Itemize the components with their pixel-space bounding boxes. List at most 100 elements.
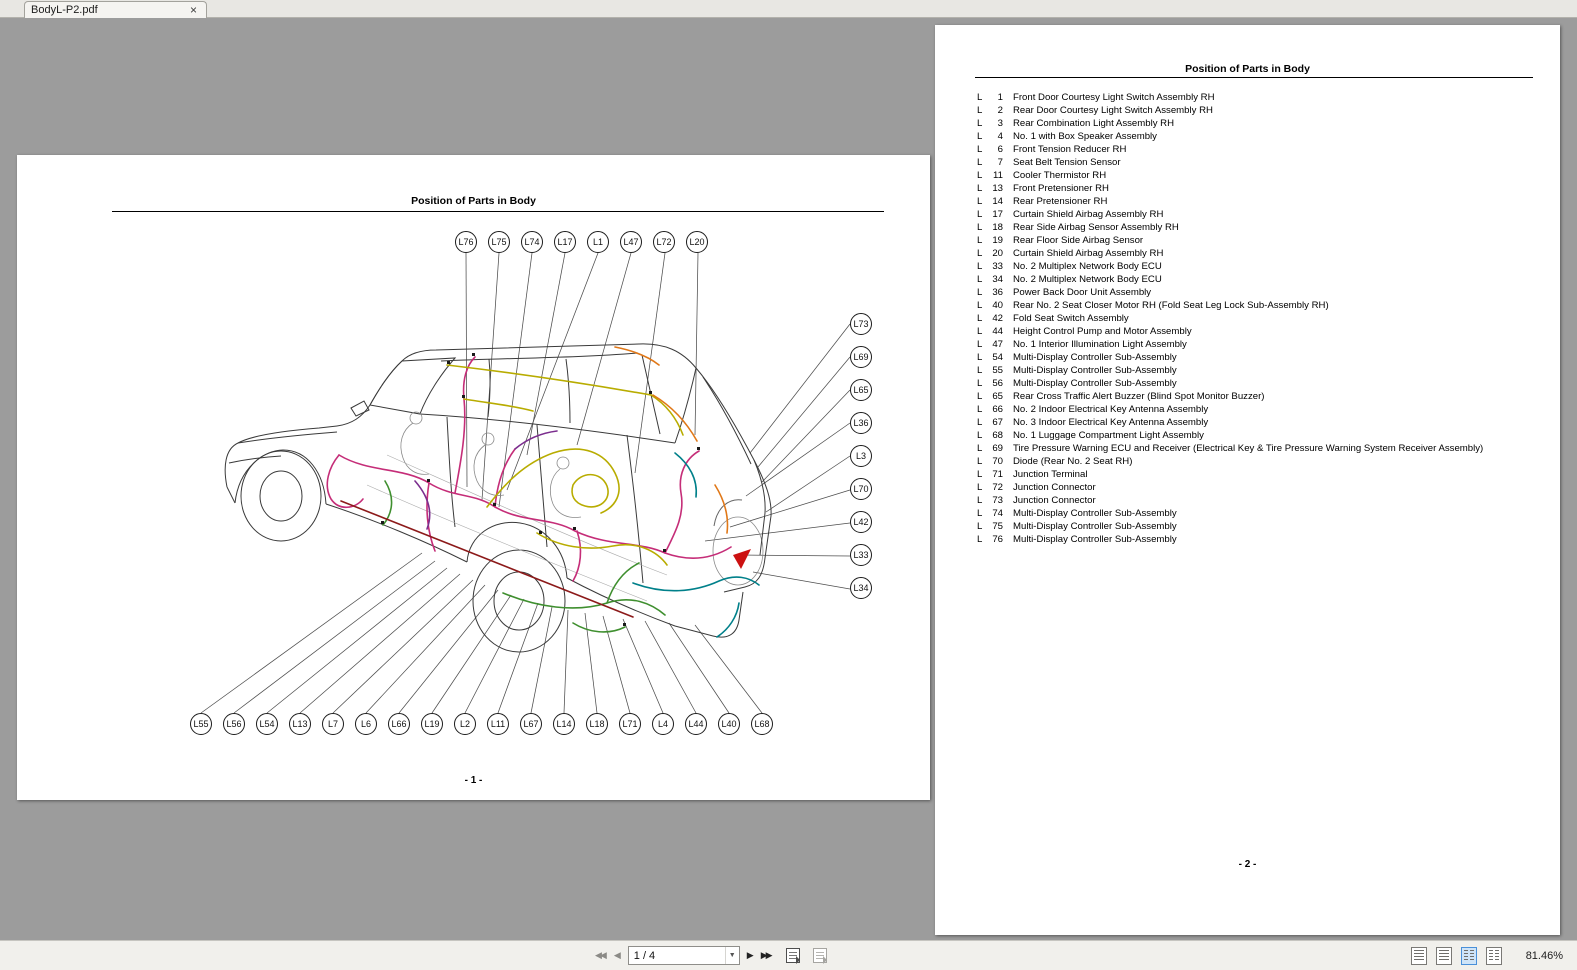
- part-row: L 17 Curtain Shield Airbag Assembly RH: [977, 208, 1550, 221]
- part-description: Junction Connector: [1013, 495, 1096, 506]
- callout-label: L69: [850, 346, 872, 368]
- part-number: 36: [992, 287, 1003, 298]
- part-number: 75: [992, 521, 1003, 532]
- part-description: Rear Pretensioner RH: [1013, 196, 1108, 207]
- first-page-button[interactable]: ◀◀: [595, 950, 607, 961]
- part-prefix: L: [977, 92, 983, 103]
- harness-yellow: [446, 364, 684, 566]
- page-number-box: ▼: [627, 946, 740, 965]
- part-number: 42: [992, 313, 1003, 324]
- part-number: 66: [992, 404, 1003, 415]
- part-prefix: L: [977, 209, 983, 220]
- part-description: No. 2 Multiplex Network Body ECU: [1013, 274, 1162, 285]
- part-row: L 18 Rear Side Airbag Sensor Assembly RH: [977, 221, 1550, 234]
- part-prefix: L: [977, 456, 983, 467]
- part-number: 71: [992, 469, 1003, 480]
- vehicle-outline: [224, 343, 772, 653]
- part-row: L 42 Fold Seat Switch Assembly: [977, 312, 1550, 325]
- part-description: No. 2 Multiplex Network Body ECU: [1013, 261, 1162, 272]
- part-prefix: L: [977, 482, 983, 493]
- document-canvas[interactable]: Position of Parts in Body L76 L75 L74 L1…: [0, 18, 1577, 940]
- part-number: 20: [992, 248, 1003, 259]
- page-stack-dim-icon[interactable]: [812, 948, 827, 964]
- callout-label: L74: [521, 231, 543, 253]
- part-row: L 7 Seat Belt Tension Sensor: [977, 156, 1550, 169]
- view-mode-group: 81.46%: [1411, 941, 1563, 970]
- part-number: 19: [992, 235, 1003, 246]
- part-row: L 44 Height Control Pump and Motor Assem…: [977, 325, 1550, 338]
- part-number: 3: [997, 118, 1003, 129]
- part-prefix: L: [977, 469, 983, 480]
- part-description: Multi-Display Controller Sub-Assembly: [1013, 352, 1177, 363]
- harness-darkred: [340, 500, 634, 618]
- part-description: Junction Terminal: [1013, 469, 1088, 480]
- part-row: L 20 Curtain Shield Airbag Assembly RH: [977, 247, 1550, 260]
- part-number: 33: [992, 261, 1003, 272]
- callout-label: L19: [421, 713, 443, 735]
- callout-label: L72: [653, 231, 675, 253]
- part-description: Rear No. 2 Seat Closer Motor RH (Fold Se…: [1013, 300, 1329, 311]
- callout-label: L7: [322, 713, 344, 735]
- part-row: L 4 No. 1 with Box Speaker Assembly: [977, 130, 1550, 143]
- last-page-button[interactable]: ▶▶: [761, 950, 773, 961]
- part-row: L 66 No. 2 Indoor Electrical Key Antenna…: [977, 403, 1550, 416]
- page1-number: - 1 -: [464, 775, 483, 786]
- part-description: Multi-Display Controller Sub-Assembly: [1013, 508, 1177, 519]
- callout-label: L36: [850, 412, 872, 434]
- part-description: Front Tension Reducer RH: [1013, 144, 1127, 155]
- tab-close-icon[interactable]: ×: [187, 4, 200, 16]
- facing-pages-view-icon[interactable]: [1461, 946, 1477, 965]
- callout-label: L42: [850, 511, 872, 533]
- callout-label: L76: [455, 231, 477, 253]
- part-row: L 36 Power Back Door Unit Assembly: [977, 286, 1550, 299]
- callout-label: L67: [520, 713, 542, 735]
- interior-lines: [366, 411, 668, 602]
- callouts-top-row: L76 L75 L74 L17 L1 L47 L72 L20: [455, 231, 708, 253]
- callout-label: L3: [850, 445, 872, 467]
- part-number: 14: [992, 196, 1003, 207]
- part-prefix: L: [977, 430, 983, 441]
- pdf-page-2: Position of Parts in Body L 1 Front Door…: [935, 25, 1560, 935]
- callout-label: L66: [388, 713, 410, 735]
- callout-label: L54: [256, 713, 278, 735]
- part-row: L 72 Junction Connector: [977, 481, 1550, 494]
- page-number-input[interactable]: [628, 949, 725, 962]
- next-page-button[interactable]: ▶: [747, 950, 754, 961]
- continuous-view-icon[interactable]: [1436, 946, 1452, 965]
- single-page-view-icon[interactable]: [1411, 946, 1427, 965]
- part-number: 68: [992, 430, 1003, 441]
- part-description: Rear Floor Side Airbag Sensor: [1013, 235, 1144, 246]
- part-description: No. 1 with Box Speaker Assembly: [1013, 131, 1157, 142]
- part-description: Front Door Courtesy Light Switch Assembl…: [1013, 92, 1215, 103]
- pdf-page-1: Position of Parts in Body L76 L75 L74 L1…: [17, 155, 930, 800]
- callout-label: L6: [355, 713, 377, 735]
- callout-label: L75: [488, 231, 510, 253]
- page-stack-icon[interactable]: [785, 948, 800, 964]
- callout-label: L55: [190, 713, 212, 735]
- document-tab[interactable]: BodyL-P2.pdf ×: [24, 1, 207, 18]
- part-description: Multi-Display Controller Sub-Assembly: [1013, 521, 1177, 532]
- page2-number: - 2 -: [1238, 859, 1257, 870]
- part-number: 4: [997, 131, 1003, 142]
- part-prefix: L: [977, 170, 983, 181]
- part-prefix: L: [977, 144, 983, 155]
- part-prefix: L: [977, 326, 983, 337]
- zoom-level-label: 81.46%: [1525, 949, 1563, 962]
- book-view-icon[interactable]: [1486, 946, 1502, 965]
- part-prefix: L: [977, 261, 983, 272]
- part-description: Junction Connector: [1013, 482, 1096, 493]
- part-description: Multi-Display Controller Sub-Assembly: [1013, 365, 1177, 376]
- callout-label: L65: [850, 379, 872, 401]
- part-row: L 1 Front Door Courtesy Light Switch Ass…: [977, 91, 1550, 104]
- part-number: 70: [992, 456, 1003, 467]
- callout-label: L34: [850, 577, 872, 599]
- harness-orange: [614, 346, 729, 534]
- part-number: 18: [992, 222, 1003, 233]
- part-prefix: L: [977, 235, 983, 246]
- callout-label: L73: [850, 313, 872, 335]
- previous-page-button[interactable]: ◀: [614, 950, 621, 961]
- part-number: 76: [992, 534, 1003, 545]
- callout-label: L68: [751, 713, 773, 735]
- callout-label: L4: [652, 713, 674, 735]
- page-dropdown-icon[interactable]: ▼: [724, 947, 739, 964]
